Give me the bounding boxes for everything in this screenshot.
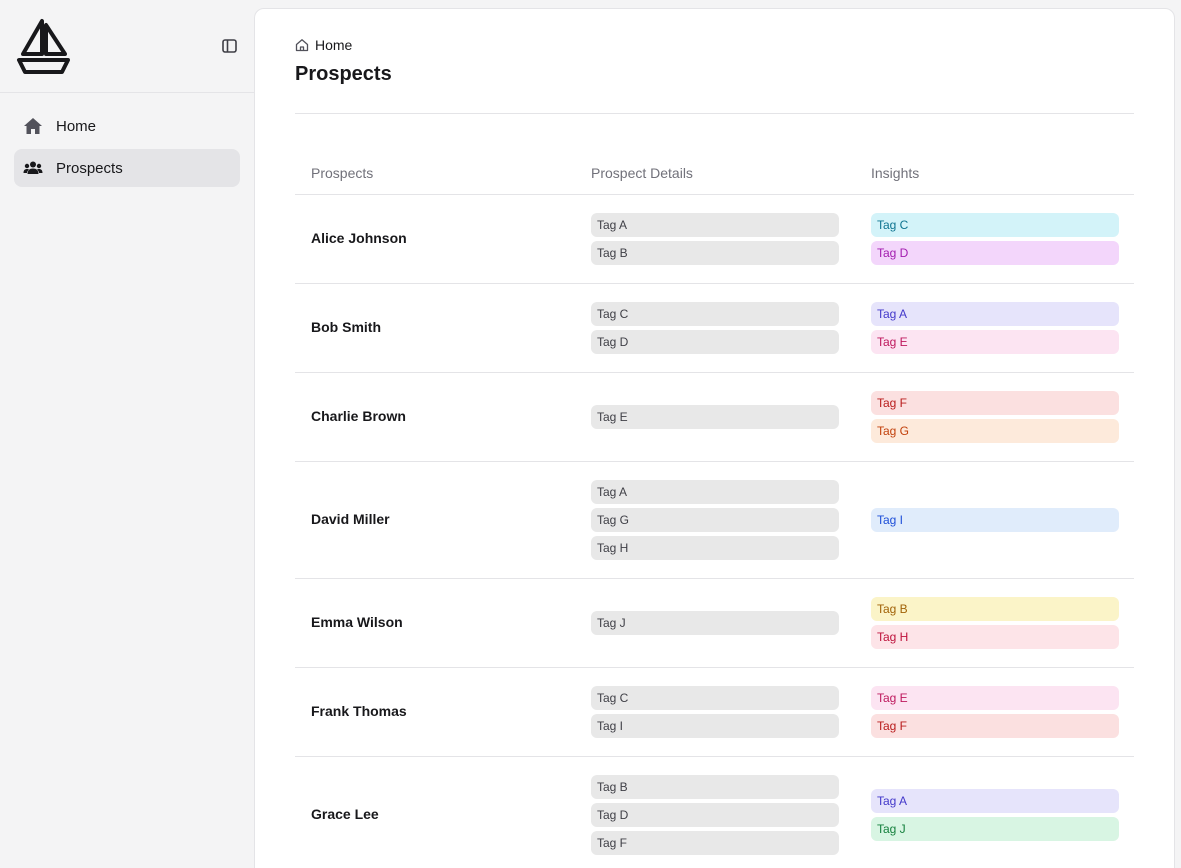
table-row[interactable]: Alice Johnson Tag A Tag B Tag C Tag D xyxy=(295,195,1134,284)
details-cell: Tag E xyxy=(575,403,855,431)
detail-tag: Tag E xyxy=(591,405,839,429)
sidebar-item-prospects[interactable]: Prospects xyxy=(14,149,240,187)
insight-tag: Tag A xyxy=(871,789,1119,813)
table-row[interactable]: Emma Wilson Tag J Tag B Tag H xyxy=(295,579,1134,668)
insight-tag: Tag A xyxy=(871,302,1119,326)
insight-tag: Tag B xyxy=(871,597,1119,621)
detail-tag: Tag B xyxy=(591,775,839,799)
insights-cell: Tag C Tag D xyxy=(855,211,1134,267)
detail-tag: Tag J xyxy=(591,611,839,635)
prospect-cell: Alice Johnson xyxy=(295,230,575,248)
divider xyxy=(295,113,1134,114)
table-row[interactable]: David Miller Tag A Tag G Tag H Tag I xyxy=(295,462,1134,579)
table-row[interactable]: Charlie Brown Tag E Tag F Tag G xyxy=(295,373,1134,462)
prospect-name: David Miller xyxy=(311,511,390,527)
table-row[interactable]: Bob Smith Tag C Tag D Tag A Tag E xyxy=(295,284,1134,373)
prospect-cell: Bob Smith xyxy=(295,319,575,337)
details-cell: Tag J xyxy=(575,609,855,637)
table-body: Alice Johnson Tag A Tag B Tag C Tag D Bob Smi… xyxy=(295,195,1134,868)
insight-tag: Tag J xyxy=(871,817,1119,841)
prospect-cell: Frank Thomas xyxy=(295,703,575,721)
prospect-cell: Grace Lee xyxy=(295,806,575,824)
insight-tag: Tag G xyxy=(871,419,1119,443)
insight-tag: Tag E xyxy=(871,330,1119,354)
prospects-table: Prospects Prospect Details Insights Alic… xyxy=(295,151,1134,868)
insight-tag: Tag H xyxy=(871,625,1119,649)
column-header-prospects: Prospects xyxy=(311,164,374,181)
insights-cell: Tag E Tag F xyxy=(855,684,1134,740)
insights-cell: Tag B Tag H xyxy=(855,595,1134,651)
breadcrumb-home: Home xyxy=(315,37,353,53)
detail-tag: Tag I xyxy=(591,714,839,738)
prospect-cell: Emma Wilson xyxy=(295,614,575,632)
table-row[interactable]: Frank Thomas Tag C Tag I Tag E Tag F xyxy=(295,668,1134,757)
detail-tag: Tag D xyxy=(591,330,839,354)
column-header-insights: Insights xyxy=(871,164,920,181)
detail-tag: Tag A xyxy=(591,480,839,504)
sidebar-item-label: Home xyxy=(56,117,97,135)
details-cell: Tag B Tag D Tag F xyxy=(575,773,855,857)
prospect-cell: David Miller xyxy=(295,511,575,529)
prospect-name: Alice Johnson xyxy=(311,230,407,246)
sidebar-toggle-icon[interactable] xyxy=(221,37,239,55)
details-cell: Tag A Tag G Tag H xyxy=(575,478,855,562)
column-header-details: Prospect Details xyxy=(591,164,693,181)
prospect-name: Frank Thomas xyxy=(311,703,407,719)
sidebar-header xyxy=(0,0,254,93)
insight-tag: Tag F xyxy=(871,714,1119,738)
prospect-name: Bob Smith xyxy=(311,319,381,335)
detail-tag: Tag H xyxy=(591,536,839,560)
insights-cell: Tag F Tag G xyxy=(855,389,1134,445)
sidebar: Home Prospects xyxy=(0,0,254,868)
insights-cell: Tag I xyxy=(855,506,1134,534)
insight-tag: Tag C xyxy=(871,213,1119,237)
insights-cell: Tag A Tag J xyxy=(855,787,1134,843)
sidebar-item-label: Prospects xyxy=(56,159,123,177)
table-row[interactable]: Grace Lee Tag B Tag D Tag F Tag A Tag J xyxy=(295,757,1134,868)
sailboat-logo-icon[interactable] xyxy=(15,16,74,75)
details-cell: Tag A Tag B xyxy=(575,211,855,267)
insight-tag: Tag I xyxy=(871,508,1119,532)
detail-tag: Tag B xyxy=(591,241,839,265)
prospect-name: Emma Wilson xyxy=(311,614,403,630)
detail-tag: Tag C xyxy=(591,686,839,710)
insights-cell: Tag A Tag E xyxy=(855,300,1134,356)
detail-tag: Tag F xyxy=(591,831,839,855)
users-icon xyxy=(23,158,43,178)
prospect-name: Charlie Brown xyxy=(311,408,406,424)
prospect-cell: Charlie Brown xyxy=(295,408,575,426)
insight-tag: Tag F xyxy=(871,391,1119,415)
details-cell: Tag C Tag D xyxy=(575,300,855,356)
home-outline-icon xyxy=(295,39,309,52)
table-header: Prospects Prospect Details Insights xyxy=(295,151,1134,195)
insight-tag: Tag E xyxy=(871,686,1119,710)
prospect-name: Grace Lee xyxy=(311,806,379,822)
detail-tag: Tag A xyxy=(591,213,839,237)
detail-tag: Tag C xyxy=(591,302,839,326)
detail-tag: Tag G xyxy=(591,508,839,532)
breadcrumb[interactable]: Home xyxy=(295,37,352,53)
sidebar-item-home[interactable]: Home xyxy=(14,107,240,145)
page-title: Prospects xyxy=(295,63,392,85)
insight-tag: Tag D xyxy=(871,241,1119,265)
home-icon xyxy=(23,116,43,136)
details-cell: Tag C Tag I xyxy=(575,684,855,740)
detail-tag: Tag D xyxy=(591,803,839,827)
sidebar-nav: Home Prospects xyxy=(0,107,254,187)
main-panel: Home Prospects Prospects Prospect Detail… xyxy=(254,8,1175,868)
